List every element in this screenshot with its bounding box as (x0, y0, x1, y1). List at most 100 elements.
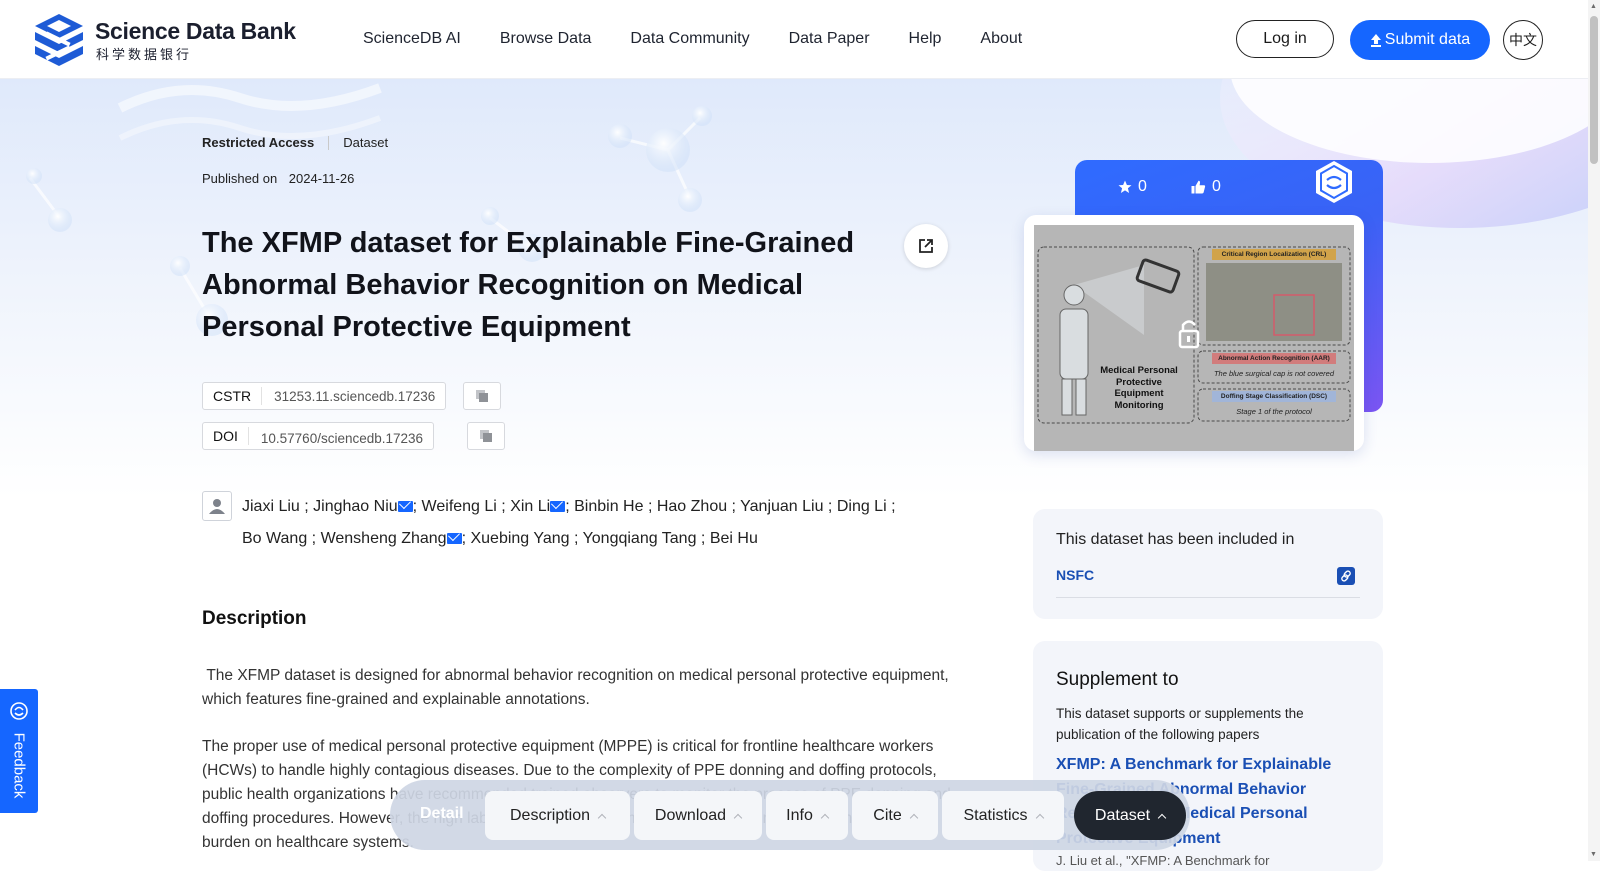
dataset-cover-card[interactable]: Critical Region Localization (CRL) Abnor… (1024, 215, 1364, 451)
mail-icon[interactable] (446, 533, 462, 544)
cstr-label: CSTR (203, 387, 263, 405)
cover-aar-text: The blue surgical cap is not covered (1213, 369, 1335, 378)
logo-text-en: Science Data Bank (95, 18, 296, 44)
author-name[interactable]: Xin Li (510, 498, 550, 515)
author-separator: ; (823, 498, 837, 515)
doi-value[interactable]: 10.57760/sciencedb.17236 (249, 427, 433, 446)
tab-statistics-label: Statistics (963, 806, 1028, 824)
user-icon (209, 499, 225, 514)
main-nav: ScienceDB AI Browse Data Data Community … (363, 0, 1061, 78)
tab-info-label: Info (786, 806, 813, 824)
like-count[interactable]: 0 (1191, 178, 1221, 196)
like-count-value: 0 (1212, 178, 1221, 195)
cover-mppe-line-4: Monitoring (1114, 399, 1164, 411)
tab-dataset[interactable]: Dataset (1074, 791, 1186, 840)
included-in-link-nsfc[interactable]: NSFC (1056, 567, 1094, 583)
author-avatar (202, 491, 232, 521)
author-separator: ; (643, 498, 657, 515)
feedback-tab[interactable]: Feedback (0, 689, 38, 813)
nav-about[interactable]: About (980, 30, 1022, 48)
tab-cite[interactable]: Cite (852, 791, 938, 840)
author-separator: ; (565, 498, 575, 515)
nav-sciencedb-ai[interactable]: ScienceDB AI (363, 30, 461, 48)
author-name[interactable]: Yongqiang Tang (583, 530, 697, 547)
published-date: 2024-11-26 (288, 171, 355, 186)
author-separator: ; (307, 530, 321, 547)
cover-dsc-text: Stage 1 of the protocol (1236, 407, 1312, 416)
dataset-meta: Restricted Access Dataset (202, 135, 388, 150)
tab-statistics[interactable]: Statistics (942, 791, 1064, 840)
link-icon[interactable] (1337, 567, 1355, 585)
author-name[interactable]: Ding Li (837, 498, 887, 515)
author-name[interactable]: Xuebing Yang (470, 530, 569, 547)
nav-data-community[interactable]: Data Community (630, 30, 749, 48)
author-name[interactable]: Yanjuan Liu (740, 498, 823, 515)
upload-icon (1370, 33, 1381, 47)
author-name[interactable]: Weifeng Li (422, 498, 497, 515)
author-name[interactable]: Bei Hu (710, 530, 758, 547)
access-status: Restricted Access (202, 135, 315, 150)
nav-data-paper[interactable]: Data Paper (789, 30, 870, 48)
nav-help[interactable]: Help (909, 30, 942, 48)
tab-download[interactable]: Download (634, 791, 762, 840)
chevron-up-icon (1035, 813, 1044, 822)
scrollbar-thumb[interactable] (1590, 16, 1598, 164)
copy-cstr-button[interactable] (463, 382, 501, 410)
meta-divider (328, 135, 330, 150)
author-name[interactable]: Bo Wang (242, 530, 307, 547)
doi-label: DOI (203, 427, 249, 445)
cover-mppe-line-2: Protective (1116, 376, 1162, 388)
scroll-up-arrow-icon[interactable]: ▲ (1590, 3, 1597, 10)
thumbs-up-icon (1191, 180, 1206, 194)
verified-shield-icon (1316, 161, 1352, 203)
dataset-cover-image: Critical Region Localization (CRL) Abnor… (1034, 225, 1354, 451)
chevron-up-icon (820, 813, 830, 822)
chain-link-icon (1341, 570, 1351, 582)
cover-mppe-title: Medical Personal Protective Equipment Mo… (1094, 365, 1184, 411)
submit-data-button[interactable]: Submit data (1350, 20, 1490, 60)
scroll-down-arrow-icon[interactable]: ▼ (1590, 851, 1597, 858)
star-count[interactable]: 0 (1118, 178, 1147, 196)
language-toggle-button[interactable]: 中文 (1503, 20, 1543, 60)
tab-info[interactable]: Info (766, 791, 848, 840)
cover-mppe-line-3: Equipment (1114, 388, 1164, 399)
login-button[interactable]: Log in (1236, 20, 1334, 58)
publish-info: Published on 2024-11-26 (202, 171, 354, 186)
cover-aar-label: Abnormal Action Recognition (AAR) (1218, 355, 1330, 362)
copy-doi-button[interactable] (467, 422, 505, 450)
page-scrollbar[interactable]: ▲ ▼ (1588, 0, 1600, 861)
cstr-value: 31253.11.sciencedb.17236 (274, 388, 436, 404)
external-share-icon (919, 239, 933, 253)
published-label: Published on (202, 171, 278, 186)
author-separator: ; (299, 498, 314, 515)
mail-icon[interactable] (397, 501, 413, 512)
tab-description[interactable]: Description (485, 791, 630, 840)
copy-icon (480, 430, 492, 442)
supplement-heading: Supplement to (1056, 669, 1179, 690)
author-name[interactable]: Jiaxi Liu (242, 498, 300, 515)
logo-text-cn: 科学数据银行 (96, 47, 193, 62)
description-paragraph-1: The XFMP dataset is designed for abnorma… (202, 667, 954, 708)
dataset-title: The XFMP dataset for Explainable Fine-Gr… (202, 227, 855, 343)
author-name[interactable]: Binbin He (574, 498, 643, 515)
author-name[interactable]: Jinghao Niu (313, 498, 398, 515)
science-data-bank-logo-icon (35, 14, 83, 66)
chevron-up-icon (1157, 813, 1167, 822)
share-button[interactable] (904, 224, 948, 268)
nav-browse-data[interactable]: Browse Data (500, 30, 592, 48)
feedback-icon (10, 702, 28, 720)
tab-detail-label: Detail (420, 805, 464, 822)
top-header: Science Data Bank 科学数据银行 ScienceDB AI Br… (0, 0, 1588, 79)
included-in-text: This dataset has been included in (1056, 531, 1295, 548)
section-tab-bar: Detail Description Download Info Cite St… (390, 780, 1190, 850)
site-logo[interactable]: Science Data Bank 科学数据银行 (31, 12, 296, 68)
author-name[interactable]: Wensheng Zhang (321, 530, 447, 547)
mail-icon[interactable] (550, 501, 566, 512)
cover-mppe-line-1: Medical Personal (1100, 365, 1178, 376)
cstr-identifier: CSTR 31253.11.sciencedb.17236 (202, 382, 447, 410)
chevron-up-icon (909, 813, 918, 822)
author-name[interactable]: Hao Zhou (657, 498, 727, 515)
author-separator: ; (496, 498, 511, 515)
tab-dataset-label: Dataset (1094, 806, 1151, 824)
feedback-label: Feedback (10, 732, 28, 799)
